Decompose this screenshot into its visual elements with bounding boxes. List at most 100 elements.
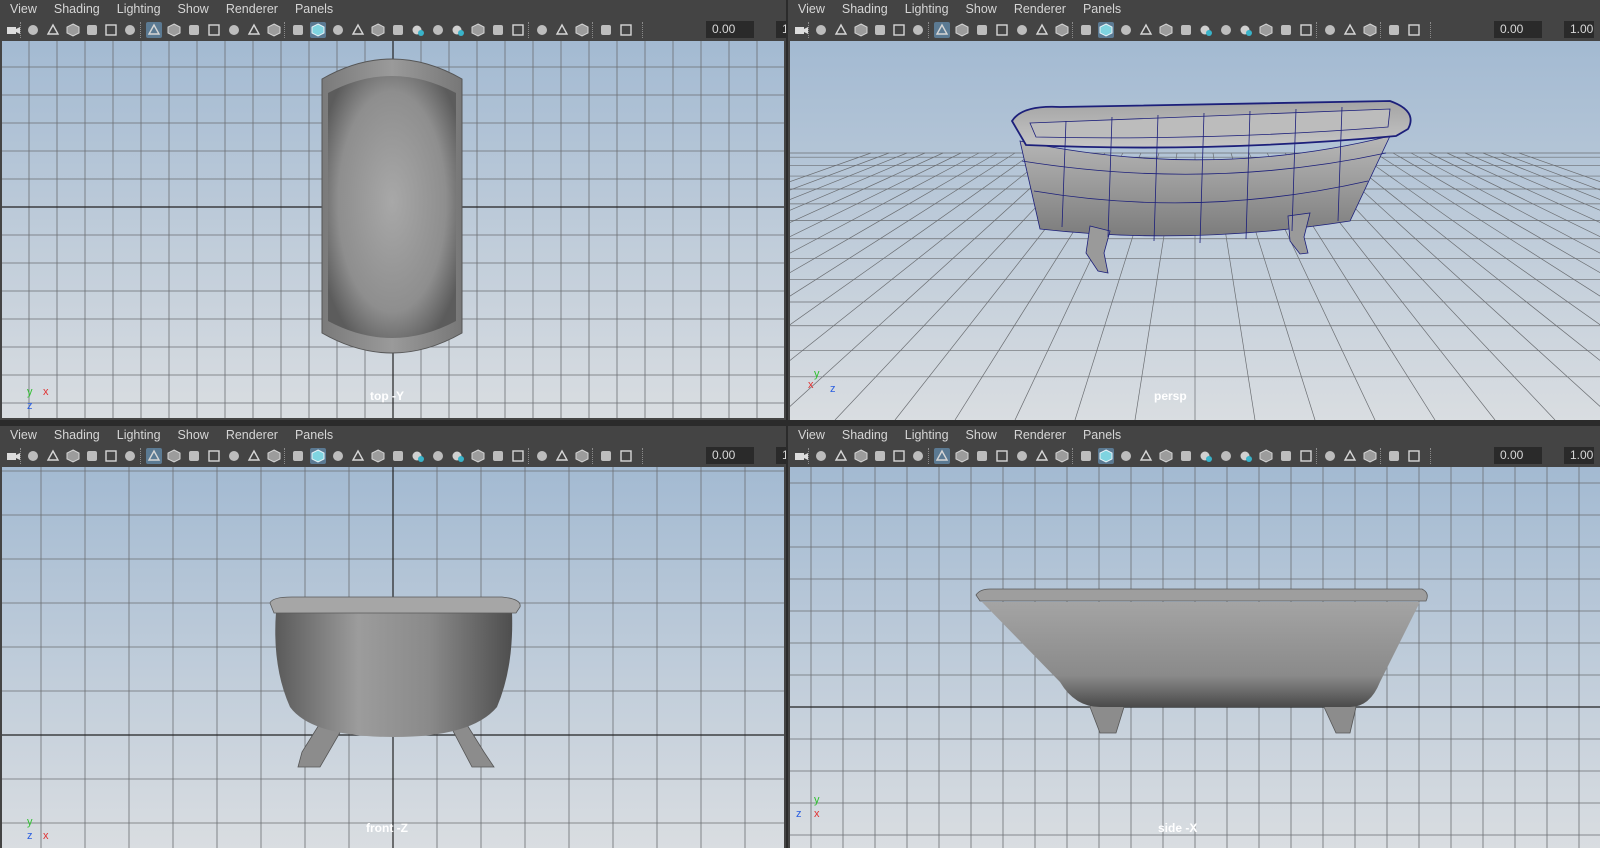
- exposure-field[interactable]: 0.00: [1494, 21, 1542, 38]
- use-all-lights-icon[interactable]: [1178, 448, 1194, 464]
- xray-joints-icon[interactable]: [554, 22, 570, 38]
- gamma-icon[interactable]: [618, 22, 634, 38]
- screen-space-ambient-occlusion-icon[interactable]: [1218, 448, 1234, 464]
- menu-panels[interactable]: Panels: [295, 428, 333, 442]
- grease-pencil-icon[interactable]: [103, 22, 119, 38]
- xray-icon[interactable]: [534, 448, 550, 464]
- motion-blur-icon[interactable]: [450, 22, 466, 38]
- image-plane-icon[interactable]: [872, 448, 888, 464]
- multisample-antialiasing-icon[interactable]: [470, 22, 486, 38]
- camera-attributes-icon[interactable]: [25, 448, 41, 464]
- safe-title-icon[interactable]: [266, 22, 282, 38]
- smooth-shade-icon[interactable]: [310, 22, 326, 38]
- camera-icon[interactable]: [5, 22, 21, 38]
- menu-view[interactable]: View: [798, 2, 825, 16]
- bookmark-icon[interactable]: [853, 448, 869, 464]
- motion-blur-icon[interactable]: [1238, 22, 1254, 38]
- camera-bookmark-icon[interactable]: [833, 22, 849, 38]
- film-gate-icon[interactable]: [166, 22, 182, 38]
- textured-icon[interactable]: [370, 22, 386, 38]
- wireframe-icon[interactable]: [1078, 22, 1094, 38]
- isolate-select-icon[interactable]: [510, 22, 526, 38]
- textured-icon[interactable]: [1158, 448, 1174, 464]
- textured-icon[interactable]: [1158, 22, 1174, 38]
- gamma-field[interactable]: 1.00: [776, 21, 786, 38]
- screen-space-ambient-occlusion-icon[interactable]: [1218, 22, 1234, 38]
- screen-space-ambient-occlusion-icon[interactable]: [430, 22, 446, 38]
- resolution-gate-icon[interactable]: [186, 22, 202, 38]
- xray-components-icon[interactable]: [1362, 448, 1378, 464]
- menu-shading[interactable]: Shading: [54, 2, 100, 16]
- safe-action-icon[interactable]: [246, 448, 262, 464]
- pencil-icon[interactable]: [122, 22, 138, 38]
- image-plane-icon[interactable]: [872, 22, 888, 38]
- default-material-icon[interactable]: [330, 22, 346, 38]
- menu-show[interactable]: Show: [966, 428, 997, 442]
- pencil-icon[interactable]: [910, 22, 926, 38]
- use-all-lights-icon[interactable]: [390, 22, 406, 38]
- menu-lighting[interactable]: Lighting: [905, 428, 949, 442]
- viewport-persp[interactable]: y x z persp: [790, 41, 1600, 420]
- menu-renderer[interactable]: Renderer: [226, 428, 278, 442]
- safe-action-icon[interactable]: [1034, 22, 1050, 38]
- default-material-icon[interactable]: [330, 448, 346, 464]
- xray-icon[interactable]: [1322, 22, 1338, 38]
- field-chart-icon[interactable]: [1014, 22, 1030, 38]
- motion-blur-icon[interactable]: [450, 448, 466, 464]
- camera-icon[interactable]: [793, 22, 809, 38]
- smooth-shade-icon[interactable]: [1098, 22, 1114, 38]
- menu-show[interactable]: Show: [178, 428, 209, 442]
- default-material-icon[interactable]: [1118, 448, 1134, 464]
- xray-icon[interactable]: [534, 22, 550, 38]
- viewport-top[interactable]: y x z top -Y: [2, 41, 784, 418]
- use-all-lights-icon[interactable]: [1178, 22, 1194, 38]
- isolate-select-icon[interactable]: [510, 448, 526, 464]
- safe-action-icon[interactable]: [1034, 448, 1050, 464]
- resolution-gate-icon[interactable]: [974, 448, 990, 464]
- safe-title-icon[interactable]: [266, 448, 282, 464]
- camera-attributes-icon[interactable]: [813, 448, 829, 464]
- xray-joints-icon[interactable]: [1342, 22, 1358, 38]
- wireframe-on-shaded-icon[interactable]: [1138, 448, 1154, 464]
- menu-shading[interactable]: Shading: [842, 428, 888, 442]
- exposure-field[interactable]: 0.00: [706, 447, 754, 464]
- film-gate-icon[interactable]: [954, 448, 970, 464]
- shadows-icon[interactable]: [410, 22, 426, 38]
- resolution-gate-icon[interactable]: [974, 22, 990, 38]
- menu-panels[interactable]: Panels: [1083, 428, 1121, 442]
- gate-mask-icon[interactable]: [994, 448, 1010, 464]
- grease-pencil-icon[interactable]: [103, 448, 119, 464]
- grid-icon[interactable]: [934, 22, 950, 38]
- viewport-front[interactable]: y z x front -Z: [2, 467, 784, 848]
- menu-lighting[interactable]: Lighting: [905, 2, 949, 16]
- image-plane-icon[interactable]: [84, 448, 100, 464]
- bookmark-icon[interactable]: [65, 448, 81, 464]
- gate-mask-icon[interactable]: [994, 22, 1010, 38]
- menu-panels[interactable]: Panels: [1083, 2, 1121, 16]
- wireframe-icon[interactable]: [290, 448, 306, 464]
- pencil-icon[interactable]: [910, 448, 926, 464]
- safe-action-icon[interactable]: [246, 22, 262, 38]
- bathtub-mesh[interactable]: [269, 596, 521, 768]
- film-gate-icon[interactable]: [166, 448, 182, 464]
- safe-title-icon[interactable]: [1054, 22, 1070, 38]
- viewport-side[interactable]: y z x side -X: [790, 467, 1600, 848]
- xray-joints-icon[interactable]: [554, 448, 570, 464]
- grid-icon[interactable]: [934, 448, 950, 464]
- exposure-icon[interactable]: [1386, 22, 1402, 38]
- camera-attributes-icon[interactable]: [25, 22, 41, 38]
- menu-lighting[interactable]: Lighting: [117, 428, 161, 442]
- exposure-field[interactable]: 0.00: [706, 21, 754, 38]
- menu-show[interactable]: Show: [966, 2, 997, 16]
- menu-view[interactable]: View: [10, 2, 37, 16]
- shadows-icon[interactable]: [1198, 22, 1214, 38]
- image-plane-icon[interactable]: [84, 22, 100, 38]
- field-chart-icon[interactable]: [226, 22, 242, 38]
- depth-of-field-icon[interactable]: [1278, 22, 1294, 38]
- depth-of-field-icon[interactable]: [490, 22, 506, 38]
- bathtub-mesh[interactable]: [321, 58, 463, 354]
- smooth-shade-icon[interactable]: [1098, 448, 1114, 464]
- bookmark-icon[interactable]: [65, 22, 81, 38]
- xray-joints-icon[interactable]: [1342, 448, 1358, 464]
- gate-mask-icon[interactable]: [206, 448, 222, 464]
